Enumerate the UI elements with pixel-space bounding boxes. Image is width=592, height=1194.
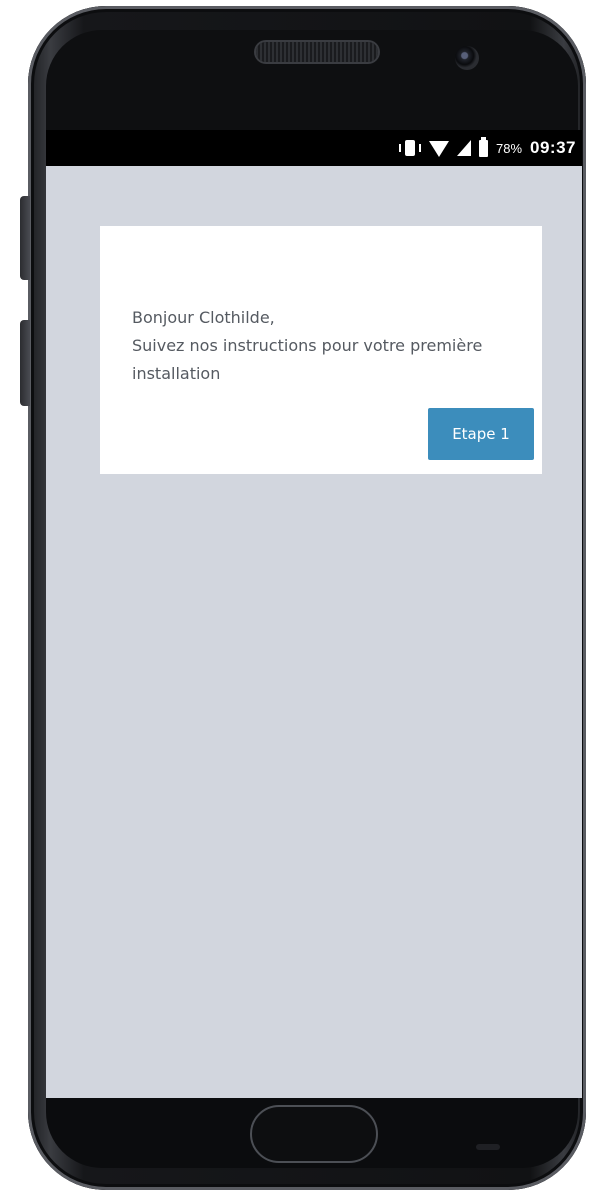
volume-up-button (20, 196, 30, 280)
phone-screen: 78% 09:37 Bonjour Clothilde, Suivez nos … (46, 130, 582, 1098)
volume-down-button (20, 320, 30, 406)
home-button[interactable] (250, 1105, 378, 1163)
welcome-message: Bonjour Clothilde, Suivez nos instructio… (132, 304, 532, 388)
status-icons: 78% 09:37 (398, 130, 576, 166)
greeting-line-1: Bonjour Clothilde, (132, 308, 275, 327)
wifi-icon (428, 141, 449, 157)
signal-icon (456, 140, 471, 156)
vibrate-icon (398, 139, 421, 157)
battery-percent: 78% (495, 140, 523, 156)
step-1-button[interactable]: Etape 1 (428, 408, 534, 460)
greeting-line-2: Suivez nos instructions pour votre premi… (132, 336, 483, 355)
status-bar: 78% 09:37 (46, 130, 582, 166)
greeting-line-3: installation (132, 364, 221, 383)
front-camera-icon (455, 46, 479, 70)
welcome-card: Bonjour Clothilde, Suivez nos instructio… (100, 226, 542, 474)
battery-icon (478, 136, 488, 157)
back-key-icon[interactable] (476, 1144, 500, 1150)
status-time: 09:37 (530, 138, 576, 157)
speaker-grille (256, 42, 378, 62)
